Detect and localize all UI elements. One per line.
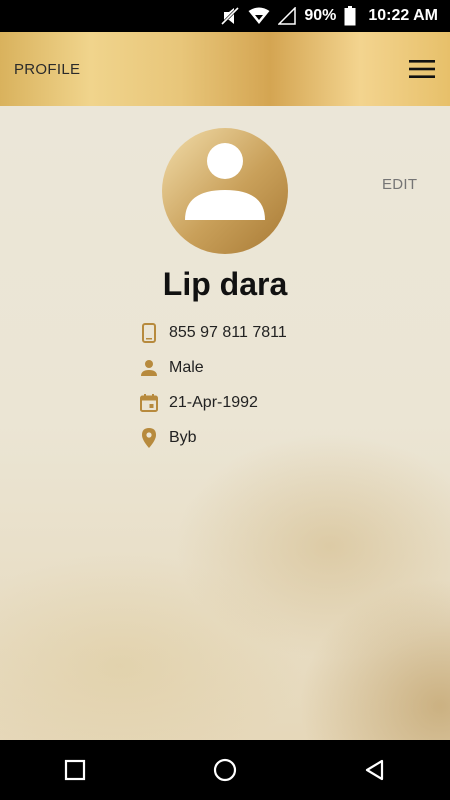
- profile-name: Lip dara: [162, 266, 288, 302]
- profile-info-list: 855 97 811 7811 Male 21-Apr-1992 Byb: [138, 315, 287, 455]
- hamburger-menu-icon: [409, 60, 435, 78]
- recent-apps-icon: [64, 759, 86, 781]
- app-header: PROFILE: [0, 32, 450, 106]
- profile-content: EDIT Lip dara 855 97 811 7811 Male 21-Ap…: [0, 106, 450, 740]
- location-pin-icon: [138, 427, 160, 449]
- mute-icon: [220, 6, 240, 26]
- edit-button[interactable]: EDIT: [382, 176, 417, 193]
- location-row: Byb: [138, 420, 287, 455]
- back-icon: [365, 759, 384, 781]
- person-icon: [185, 143, 265, 220]
- battery-percent: 90%: [304, 7, 337, 24]
- gender-value: Male: [169, 358, 204, 376]
- home-button[interactable]: [195, 740, 255, 800]
- birthdate-value: 21-Apr-1992: [169, 393, 258, 411]
- phone-row: 855 97 811 7811: [138, 315, 287, 350]
- avatar: [162, 128, 288, 254]
- person-icon: [138, 357, 160, 379]
- location-value: Byb: [169, 428, 197, 446]
- status-bar: 90% 10:22 AM: [0, 0, 450, 32]
- navigation-bar: [0, 740, 450, 800]
- signal-icon: [278, 7, 297, 25]
- battery-icon: [344, 6, 356, 26]
- menu-button[interactable]: [404, 51, 440, 87]
- gender-row: Male: [138, 350, 287, 385]
- back-button[interactable]: [345, 740, 405, 800]
- home-icon: [213, 758, 237, 782]
- recent-apps-button[interactable]: [45, 740, 105, 800]
- calendar-icon: [138, 392, 160, 414]
- wifi-icon: [248, 7, 270, 25]
- page-title: PROFILE: [14, 60, 81, 78]
- phone-number: 855 97 811 7811: [169, 323, 287, 341]
- birthdate-row: 21-Apr-1992: [138, 385, 287, 420]
- phone-icon: [138, 322, 160, 344]
- clock: 10:22 AM: [368, 7, 438, 24]
